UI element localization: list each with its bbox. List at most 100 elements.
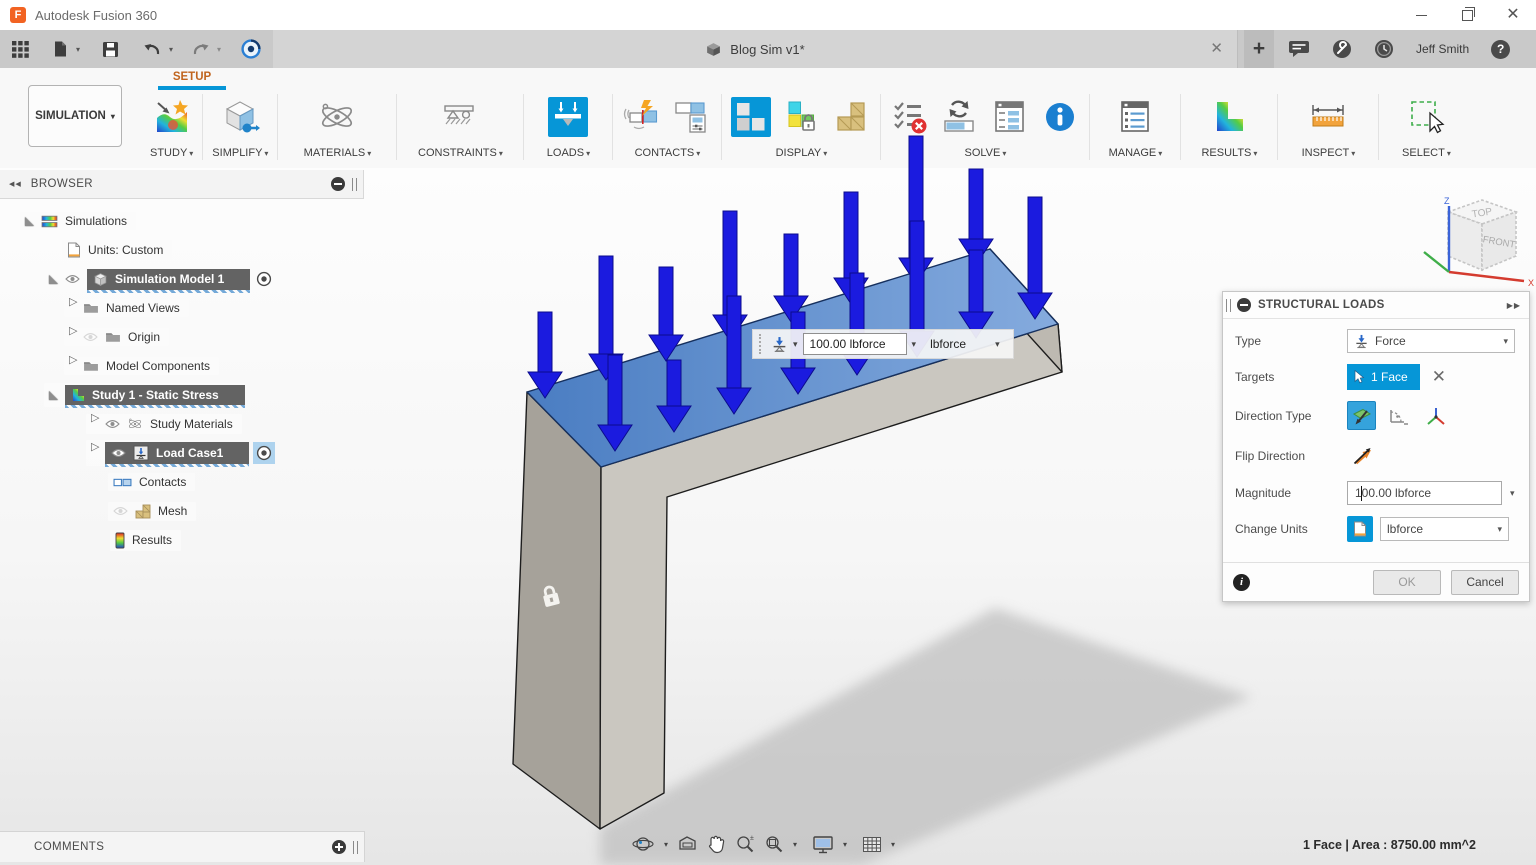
selected-item-chip[interactable]: Study 1 - Static Stress — [65, 385, 245, 405]
orbit-icon[interactable] — [632, 834, 655, 854]
expand-triangle-icon[interactable] — [49, 275, 58, 284]
file-menu-icon[interactable] — [51, 40, 69, 58]
add-comment-icon[interactable] — [332, 840, 346, 854]
ok-button[interactable]: OK — [1373, 570, 1441, 595]
workspace-selector[interactable]: SIMULATION▾ — [28, 85, 122, 147]
browser-collapse-icon[interactable]: ◀◀ — [9, 180, 22, 188]
new-study-icon[interactable] — [152, 97, 192, 137]
unit-inline-value[interactable]: lbforce — [930, 337, 990, 351]
browser-minimize-icon[interactable] — [331, 177, 345, 191]
redo-icon[interactable] — [191, 42, 210, 57]
display-settings-icon[interactable] — [812, 835, 834, 854]
visibility-eye-off-icon[interactable] — [83, 332, 98, 342]
units-select[interactable]: lbforce ▾ — [1380, 517, 1509, 541]
dialog-grip[interactable] — [1226, 299, 1231, 312]
inspect-measure-icon[interactable] — [1308, 97, 1348, 137]
flip-direction-button[interactable] — [1347, 441, 1376, 470]
help-icon[interactable]: ? — [1491, 40, 1510, 59]
selected-item-chip[interactable]: Load Case1 — [105, 442, 249, 464]
tab-setup[interactable]: SETUP — [158, 71, 226, 90]
expand-triangle-icon[interactable] — [25, 217, 34, 226]
collapsed-triangle-icon[interactable] — [69, 361, 76, 372]
selected-item-chip[interactable]: Simulation Model 1 — [87, 269, 250, 290]
tree-item-named-views[interactable]: Named Views — [64, 295, 189, 321]
clear-targets-icon[interactable]: ✕ — [1432, 367, 1446, 387]
zoom-icon[interactable]: ± — [735, 834, 755, 854]
direction-vector-button[interactable] — [1421, 401, 1450, 430]
pan-icon[interactable] — [707, 834, 726, 854]
restore-button[interactable] — [1444, 0, 1490, 30]
loads-icon-active[interactable] — [548, 97, 588, 137]
collapsed-triangle-icon[interactable] — [91, 419, 98, 430]
constraints-icon[interactable] — [440, 97, 480, 137]
close-button[interactable]: ✕ — [1490, 0, 1536, 30]
tree-item-study1[interactable]: Study 1 - Static Stress — [44, 382, 245, 408]
job-status-icon[interactable] — [1332, 39, 1352, 59]
fit-icon[interactable] — [764, 834, 784, 854]
solve-icon[interactable] — [940, 97, 980, 137]
magnitude-input[interactable]: 100.00 lbforce — [1347, 481, 1502, 505]
document-tab[interactable]: Blog Sim v1* ✕ — [273, 30, 1238, 68]
collapsed-triangle-icon[interactable] — [91, 448, 98, 459]
data-panel-grid-icon[interactable] — [12, 41, 29, 58]
simplify-icon[interactable] — [220, 97, 260, 137]
notification-clock-icon[interactable] — [1374, 39, 1394, 59]
materials-icon[interactable] — [317, 97, 357, 137]
activate-radio[interactable] — [254, 269, 274, 289]
type-select[interactable]: Force ▾ — [1347, 329, 1515, 353]
expand-triangle-icon[interactable] — [49, 391, 58, 400]
unit-inline-caret-icon[interactable]: ▾ — [995, 339, 1000, 350]
extensions-icon[interactable] — [241, 39, 261, 59]
tree-item-load-case1[interactable]: Load Case1 — [86, 440, 275, 466]
tree-item-units[interactable]: Units: Custom — [62, 237, 172, 263]
tab-close-icon[interactable]: ✕ — [1210, 39, 1223, 57]
dialog-header[interactable]: STRUCTURAL LOADS ▶▶ — [1223, 292, 1529, 319]
display-state-icon[interactable] — [781, 97, 821, 137]
visibility-eye-icon[interactable] — [105, 419, 120, 429]
comment-icon[interactable] — [1288, 40, 1310, 58]
display-settings-caret-icon[interactable]: ▾ — [843, 840, 847, 849]
tree-item-study-materials[interactable]: Study Materials — [86, 411, 242, 437]
undo-caret-icon[interactable]: ▾ — [169, 45, 173, 54]
cancel-button[interactable]: Cancel — [1451, 570, 1519, 595]
visibility-eye-icon[interactable] — [65, 274, 80, 284]
tree-item-results[interactable]: Results — [110, 527, 181, 553]
solve-info-icon[interactable] — [1040, 97, 1080, 137]
orbit-caret-icon[interactable]: ▾ — [664, 840, 668, 849]
user-name[interactable]: Jeff Smith — [1416, 42, 1469, 56]
magnitude-inline-caret-icon[interactable]: ▾ — [912, 339, 917, 350]
tree-item-origin[interactable]: Origin — [64, 324, 169, 350]
grid-settings-icon[interactable] — [862, 836, 882, 853]
file-menu-caret-icon[interactable]: ▾ — [76, 45, 80, 54]
dialog-expand-icon[interactable]: ▶▶ — [1507, 301, 1521, 310]
direction-angle-button[interactable] — [1384, 401, 1413, 430]
tree-item-simulation-model[interactable]: Simulation Model 1 — [44, 266, 274, 292]
tree-item-contacts[interactable]: Contacts — [108, 469, 195, 495]
degrees-of-freedom-icon[interactable] — [831, 97, 871, 137]
magnitude-inline-input[interactable]: 100.00 lbforce — [803, 333, 907, 355]
targets-chip[interactable]: 1 Face — [1347, 364, 1420, 390]
dialog-info-icon[interactable]: i — [1233, 574, 1250, 591]
pre-check-icon[interactable] — [890, 97, 930, 137]
toolbar-grip[interactable] — [759, 334, 765, 354]
display-layout-icon-active[interactable] — [731, 97, 771, 137]
visibility-eye-icon[interactable] — [111, 448, 126, 458]
activate-radio-active[interactable] — [253, 442, 275, 464]
dialog-collapse-icon[interactable] — [1237, 298, 1251, 312]
automatic-contacts-icon[interactable] — [622, 97, 662, 137]
redo-caret-icon[interactable]: ▾ — [217, 45, 221, 54]
grid-settings-caret-icon[interactable]: ▾ — [891, 840, 895, 849]
force-type-icon[interactable] — [771, 336, 788, 353]
collapsed-triangle-icon[interactable] — [69, 303, 76, 314]
save-icon[interactable] — [102, 41, 119, 58]
visibility-eye-off-icon[interactable] — [113, 506, 128, 516]
look-at-icon[interactable] — [677, 835, 698, 853]
new-tab-button[interactable]: + — [1244, 30, 1274, 68]
tree-item-simulations[interactable]: Simulations — [20, 208, 136, 234]
results-icon[interactable] — [1209, 97, 1249, 137]
solve-details-icon[interactable] — [990, 97, 1030, 137]
comments-resize-grip[interactable] — [353, 841, 358, 854]
tree-item-model-components[interactable]: Model Components — [64, 353, 219, 379]
browser-resize-grip[interactable] — [352, 178, 357, 191]
tree-item-mesh[interactable]: Mesh — [108, 498, 196, 524]
